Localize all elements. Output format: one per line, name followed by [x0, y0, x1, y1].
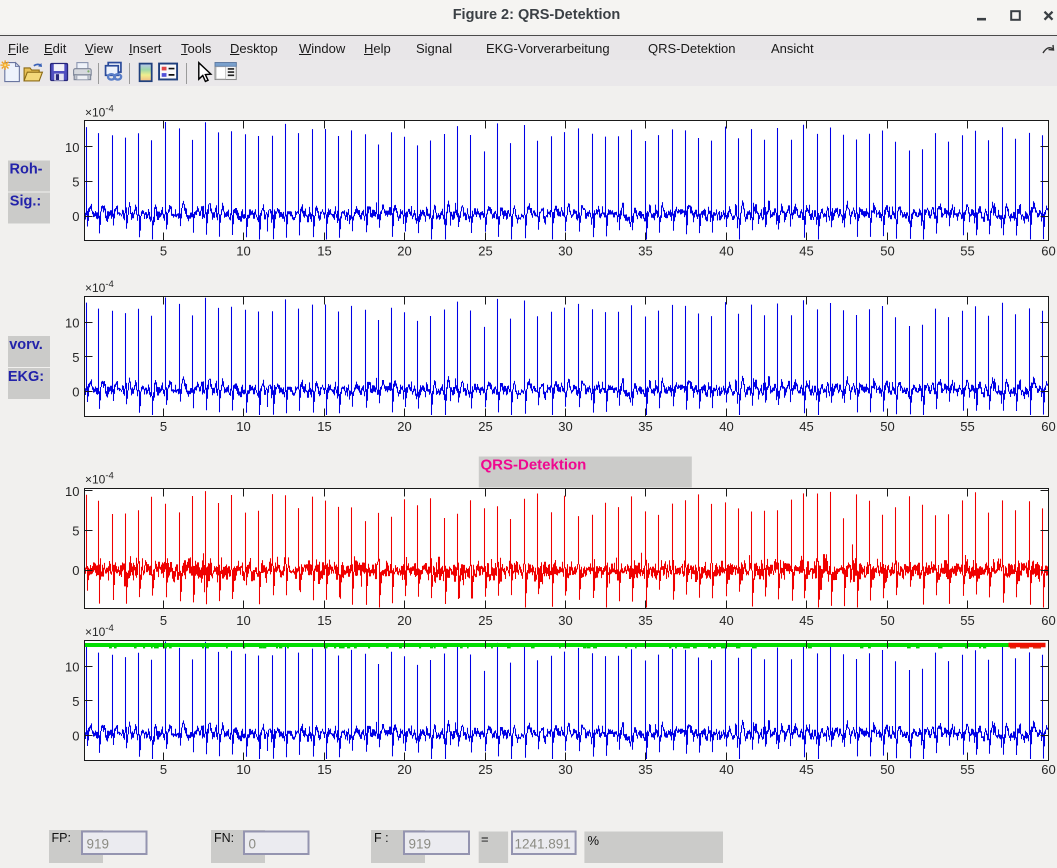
svg-text:10: 10: [236, 613, 250, 628]
svg-text:60: 60: [1041, 244, 1055, 259]
svg-text:5: 5: [72, 694, 79, 709]
svg-text:Sig.:: Sig.:: [10, 193, 41, 209]
svg-text:QRS-Detektion: QRS-Detektion: [481, 456, 587, 473]
svg-text:25: 25: [478, 244, 492, 259]
svg-text:Roh-: Roh-: [9, 161, 42, 177]
svg-text:55: 55: [960, 762, 974, 777]
svg-text:40: 40: [719, 613, 733, 628]
svg-text:5: 5: [72, 175, 79, 190]
svg-text:15: 15: [317, 419, 331, 434]
svg-text:20: 20: [397, 419, 411, 434]
svg-text:25: 25: [478, 613, 492, 628]
svg-text:45: 45: [799, 419, 813, 434]
svg-text:35: 35: [638, 419, 652, 434]
svg-text:5: 5: [160, 613, 167, 628]
svg-text:60: 60: [1041, 419, 1055, 434]
svg-text:0: 0: [72, 729, 79, 744]
svg-text:10: 10: [236, 762, 250, 777]
svg-text:35: 35: [638, 613, 652, 628]
svg-text:5: 5: [160, 244, 167, 259]
svg-text:35: 35: [638, 762, 652, 777]
svg-text:55: 55: [960, 244, 974, 259]
svg-text:50: 50: [880, 244, 894, 259]
svg-text:FP:: FP:: [52, 831, 71, 845]
svg-text:55: 55: [960, 419, 974, 434]
svg-text:10: 10: [65, 484, 79, 499]
svg-text:45: 45: [799, 613, 813, 628]
svg-text:10: 10: [65, 660, 79, 675]
svg-text:50: 50: [880, 762, 894, 777]
svg-text:40: 40: [719, 419, 733, 434]
svg-text:5: 5: [160, 419, 167, 434]
svg-text:10: 10: [236, 244, 250, 259]
svg-text:25: 25: [478, 762, 492, 777]
svg-text:50: 50: [880, 419, 894, 434]
svg-text:20: 20: [397, 244, 411, 259]
svg-text:20: 20: [397, 613, 411, 628]
svg-text:60: 60: [1041, 762, 1055, 777]
svg-text:20: 20: [397, 762, 411, 777]
svg-text:10: 10: [65, 140, 79, 155]
svg-text:15: 15: [317, 244, 331, 259]
svg-text:1241.891: 1241.891: [515, 837, 571, 852]
svg-text:0: 0: [72, 385, 79, 400]
svg-text:30: 30: [558, 613, 572, 628]
svg-text:50: 50: [880, 613, 894, 628]
svg-text:15: 15: [317, 762, 331, 777]
svg-text:FN:: FN:: [214, 831, 234, 845]
svg-text:40: 40: [719, 244, 733, 259]
svg-text:0: 0: [249, 837, 257, 852]
svg-text:0: 0: [72, 563, 79, 578]
svg-text:F :: F :: [374, 831, 389, 845]
svg-text:30: 30: [558, 762, 572, 777]
svg-text:=: =: [481, 832, 489, 847]
svg-text:919: 919: [409, 837, 432, 852]
svg-text:EKG:: EKG:: [8, 369, 44, 385]
svg-text:35: 35: [638, 244, 652, 259]
svg-text:55: 55: [960, 613, 974, 628]
svg-text:60: 60: [1041, 613, 1055, 628]
svg-text:vorv.: vorv.: [9, 337, 43, 353]
svg-text:10: 10: [236, 419, 250, 434]
svg-text:40: 40: [719, 762, 733, 777]
svg-text:30: 30: [558, 244, 572, 259]
svg-text:15: 15: [317, 613, 331, 628]
svg-text:45: 45: [799, 244, 813, 259]
svg-text:5: 5: [72, 350, 79, 365]
svg-text:10: 10: [65, 316, 79, 331]
svg-text:25: 25: [478, 419, 492, 434]
svg-text:30: 30: [558, 419, 572, 434]
svg-text:919: 919: [87, 837, 110, 852]
svg-text:5: 5: [160, 762, 167, 777]
svg-text:45: 45: [799, 762, 813, 777]
svg-text:5: 5: [72, 524, 79, 539]
svg-text:%: %: [588, 833, 600, 848]
svg-text:0: 0: [72, 209, 79, 224]
